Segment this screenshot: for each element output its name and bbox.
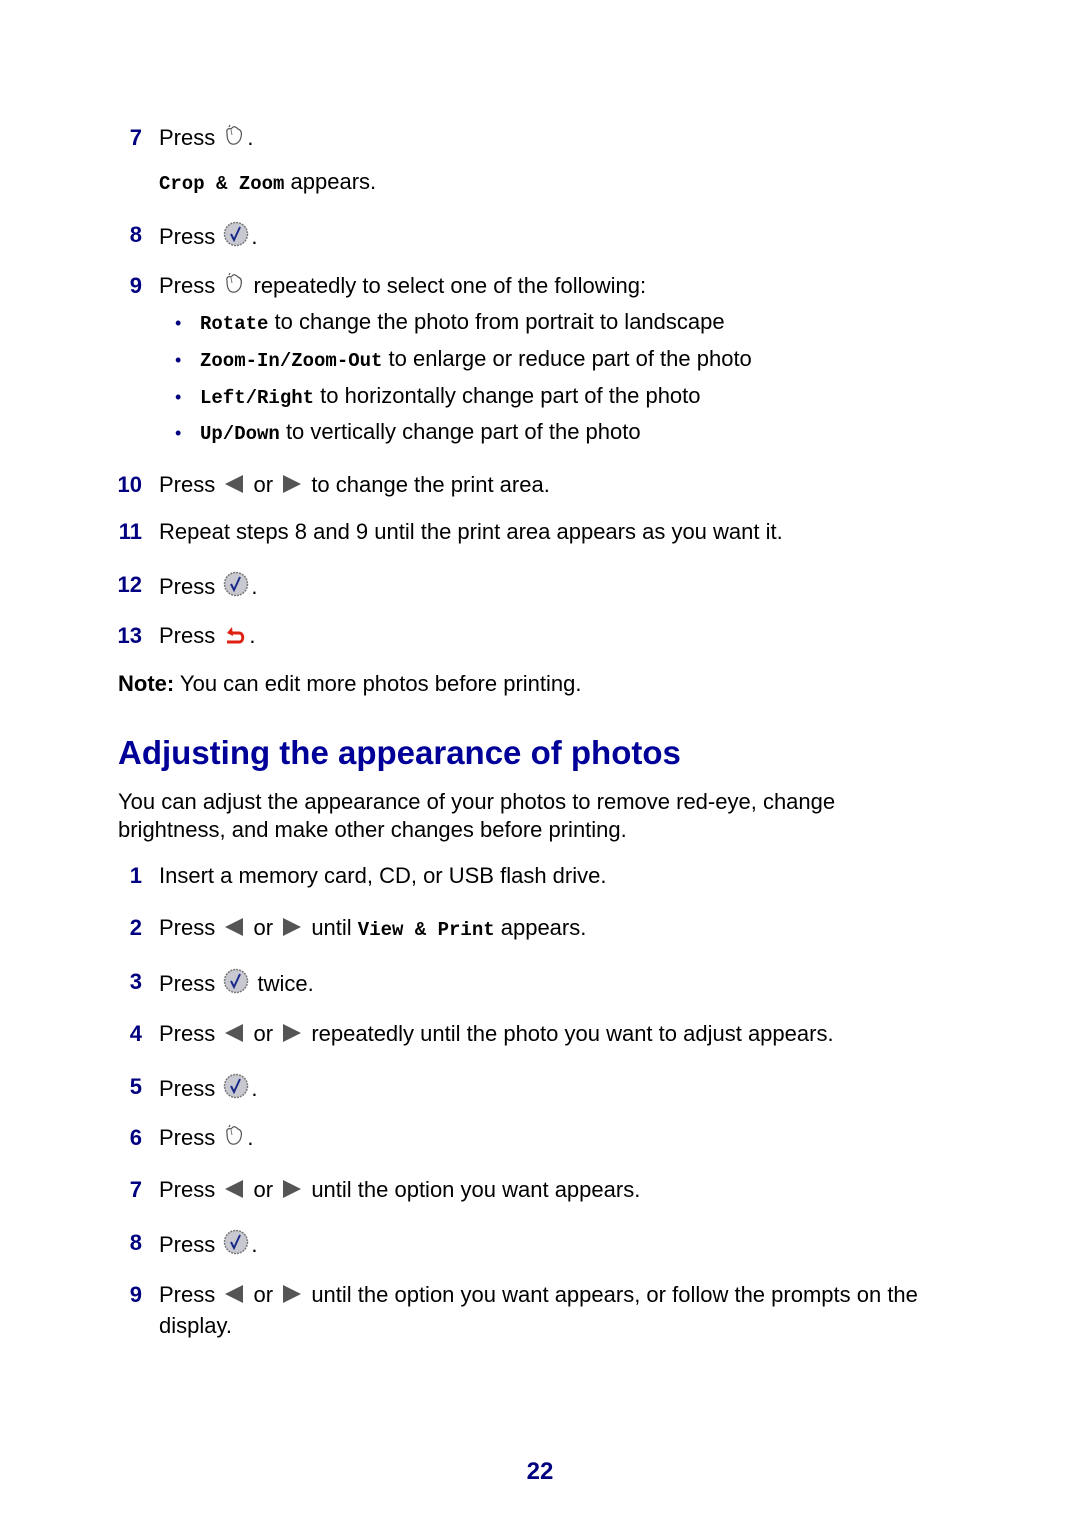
display-text: Crop & Zoom	[159, 173, 285, 195]
select-hand-icon	[223, 1124, 245, 1155]
step-number: 10	[117, 472, 142, 497]
option-left-right: • Left/Right to horizontally change part …	[175, 383, 701, 409]
back-arrow-icon	[223, 622, 247, 653]
step-number: 7	[129, 1177, 142, 1202]
step-number: 4	[129, 1021, 142, 1046]
checkmark-button-icon	[223, 1073, 249, 1106]
manual-page: 7 Press . Crop & Zoom appears. 8 Press .…	[0, 0, 1080, 1532]
bullet-icon: •	[175, 423, 182, 443]
right-arrow-icon	[281, 916, 303, 945]
display-text: View & Print	[357, 919, 495, 941]
right-arrow-icon	[281, 1022, 303, 1051]
option-up-down: • Up/Down to vertically change part of th…	[175, 419, 641, 445]
left-arrow-icon	[223, 916, 245, 945]
step-number: 13	[117, 623, 142, 648]
checkmark-button-icon	[223, 1229, 249, 1262]
select-hand-icon	[223, 124, 245, 155]
step-number: 2	[129, 915, 142, 940]
bullet-icon: •	[175, 350, 182, 370]
step-number: 12	[117, 572, 142, 597]
left-arrow-icon	[223, 1283, 245, 1312]
step-number: 9	[129, 273, 142, 298]
select-hand-icon	[223, 272, 245, 303]
step-number: 9	[129, 1282, 142, 1307]
right-arrow-icon	[281, 1178, 303, 1207]
note: Note: You can edit more photos before pr…	[118, 671, 582, 696]
step-number: 5	[129, 1074, 142, 1099]
page-number: 22	[526, 1458, 554, 1485]
left-arrow-icon	[223, 1178, 245, 1207]
step-number: 11	[118, 519, 142, 544]
checkmark-button-icon	[223, 571, 249, 604]
bullet-icon: •	[175, 313, 182, 333]
note-label: Note:	[118, 671, 175, 696]
step-number: 6	[129, 1125, 142, 1150]
intro-paragraph: You can adjust the appearance of your ph…	[118, 789, 836, 842]
step-number: 8	[129, 1230, 142, 1255]
checkmark-button-icon	[223, 221, 249, 254]
right-arrow-icon	[281, 1283, 303, 1312]
step-number: 1	[129, 863, 142, 888]
option-rotate: • Rotate to change the photo from portrai…	[175, 309, 725, 335]
bullet-icon: •	[175, 387, 182, 407]
step-number: 7	[129, 125, 142, 150]
step-number: 3	[129, 969, 142, 994]
section-heading: Adjusting the appearance of photos	[118, 734, 681, 771]
option-zoom: • Zoom-In/Zoom-Out to enlarge or reduce p…	[175, 346, 752, 372]
step-number: 8	[129, 222, 142, 247]
left-arrow-icon	[223, 1022, 245, 1051]
left-arrow-icon	[223, 473, 245, 502]
checkmark-button-icon	[223, 968, 249, 1001]
right-arrow-icon	[281, 473, 303, 502]
